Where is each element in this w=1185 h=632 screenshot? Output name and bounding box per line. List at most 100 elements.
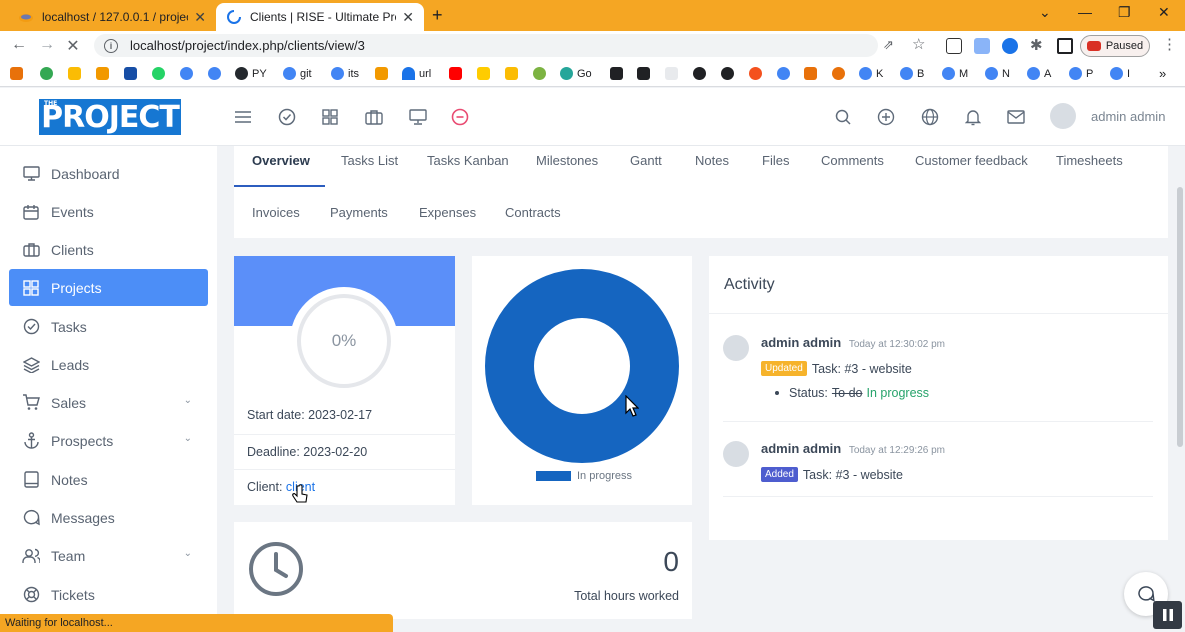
tab-customer-feedback[interactable]: Customer feedback [915, 153, 1028, 168]
bookmark-icon[interactable] [477, 67, 490, 80]
bookmark-icon[interactable] [505, 67, 518, 80]
globe-icon[interactable] [920, 107, 940, 127]
bookmark-icon[interactable] [375, 67, 388, 80]
tab-tasks-list[interactable]: Tasks List [341, 153, 398, 168]
client-link[interactable]: client [286, 480, 315, 494]
url-field[interactable]: i localhost/project/index.php/clients/vi… [94, 34, 878, 57]
bookmark-icon[interactable] [749, 67, 762, 80]
bookmark-icon[interactable] [832, 67, 845, 80]
bookmark-a[interactable]: A [1027, 66, 1051, 81]
activity-text[interactable]: Task: #3 - website [812, 362, 912, 376]
monitor-icon[interactable] [408, 107, 428, 127]
check-circle-icon[interactable] [277, 107, 297, 127]
add-circle-icon[interactable] [876, 107, 896, 127]
browser-menu-icon[interactable]: ⋮ [1162, 35, 1178, 53]
profile-paused-button[interactable]: Paused [1080, 35, 1150, 57]
sidebar-item-clients[interactable]: Clients [9, 231, 208, 268]
activity-text[interactable]: Task: #3 - website [803, 468, 903, 482]
bookmark-m[interactable]: M [942, 66, 968, 81]
app-logo[interactable]: THE PROJECT [39, 99, 181, 135]
tab-milestones[interactable]: Milestones [536, 153, 598, 168]
sidebar-item-projects[interactable]: Projects [9, 269, 208, 306]
bookmark-icon[interactable] [10, 67, 23, 80]
bookmark-icon[interactable] [68, 67, 81, 80]
sidebar-item-messages[interactable]: Messages [9, 499, 208, 536]
donut-slice[interactable] [485, 269, 679, 463]
mail-icon[interactable] [1006, 107, 1026, 127]
tab-comments[interactable]: Comments [821, 153, 884, 168]
panda-extension-icon[interactable] [946, 38, 962, 54]
google-bookmark-icon[interactable] [208, 67, 221, 80]
close-icon[interactable]: ✕ [194, 9, 206, 26]
activity-user[interactable]: admin admin [761, 335, 841, 350]
site-info-icon[interactable]: i [104, 38, 118, 53]
tab-invoices[interactable]: Invoices [252, 205, 300, 220]
bookmark-k[interactable]: K [859, 66, 883, 81]
sidebar-item-prospects[interactable]: Prospects ⌄ [9, 422, 208, 459]
bell-icon[interactable] [963, 107, 983, 127]
tab-expenses[interactable]: Expenses [419, 205, 476, 220]
stop-timer-icon[interactable] [450, 107, 470, 127]
briefcase-icon[interactable] [364, 107, 384, 127]
tab-notes[interactable]: Notes [695, 153, 729, 168]
browser-tab-phpmyadmin[interactable]: localhost / 127.0.0.1 / project / _c ✕ [8, 3, 216, 31]
bookmark-icon[interactable] [693, 67, 706, 80]
bookmark-git[interactable]: git [283, 66, 312, 81]
chart-bookmark-icon[interactable] [96, 67, 109, 80]
side-panel-icon[interactable] [1057, 38, 1073, 54]
browser-tab-clients[interactable]: Clients | RISE - Ultimate Project M ✕ [216, 3, 424, 31]
tab-overview[interactable]: Overview [252, 153, 310, 168]
sidebar-item-events[interactable]: Events [9, 193, 208, 230]
tab-payments[interactable]: Payments [330, 205, 388, 220]
bookmark-icon[interactable] [721, 67, 734, 80]
bookmark-icon[interactable] [40, 67, 53, 80]
tab-contracts[interactable]: Contracts [505, 205, 561, 220]
ieee-bookmark-icon[interactable] [124, 67, 137, 80]
sidebar-item-tasks[interactable]: Tasks [9, 308, 208, 345]
bookmark-icon[interactable] [610, 67, 623, 80]
bookmark-b[interactable]: B [900, 66, 924, 81]
search-icon[interactable] [833, 107, 853, 127]
back-icon[interactable]: ← [9, 36, 29, 54]
menu-toggle-icon[interactable] [233, 107, 253, 127]
bookmark-go[interactable]: Go [560, 66, 592, 81]
bookmark-i[interactable]: I [1110, 66, 1130, 81]
extension-icon[interactable] [974, 38, 990, 54]
bookmark-n[interactable]: N [985, 66, 1010, 81]
google-bookmark-icon[interactable] [777, 67, 790, 80]
bookmark-icon[interactable] [804, 67, 817, 80]
activity-user[interactable]: admin admin [761, 441, 841, 456]
bookmark-py[interactable]: PY [235, 66, 267, 81]
window-close-icon[interactable]: ✕ [1158, 4, 1170, 21]
pause-button[interactable] [1153, 601, 1182, 629]
more-bookmarks-icon[interactable]: » [1159, 66, 1166, 81]
extension-icon[interactable] [1002, 38, 1018, 54]
restore-icon[interactable]: ❐ [1118, 4, 1131, 21]
user-menu[interactable]: admin admin [1050, 103, 1165, 129]
sidebar-item-sales[interactable]: Sales ⌄ [9, 384, 208, 421]
tab-gantt[interactable]: Gantt [630, 153, 662, 168]
sidebar-item-dashboard[interactable]: Dashboard [9, 155, 208, 192]
new-tab-icon[interactable]: + [432, 5, 443, 26]
bookmark-icon[interactable] [533, 67, 546, 80]
tab-files[interactable]: Files [762, 153, 789, 168]
bookmark-icon[interactable] [637, 67, 650, 80]
chevron-down-icon[interactable]: ⌄ [1039, 4, 1051, 21]
stop-loading-icon[interactable]: ✕ [63, 36, 83, 56]
sidebar-item-leads[interactable]: Leads [9, 346, 208, 383]
youtube-bookmark-icon[interactable] [449, 67, 462, 80]
sidebar-item-team[interactable]: Team ⌄ [9, 537, 208, 574]
scrollbar[interactable] [1177, 187, 1183, 447]
sidebar-item-notes[interactable]: Notes [9, 461, 208, 498]
puzzle-extensions-icon[interactable]: ✱ [1030, 36, 1046, 54]
share-icon[interactable]: ⇗ [883, 37, 899, 53]
forward-icon[interactable]: → [37, 36, 57, 54]
minimize-icon[interactable]: — [1078, 4, 1092, 20]
bookmark-p[interactable]: P [1069, 66, 1093, 81]
google-bookmark-icon[interactable] [180, 67, 193, 80]
tab-tasks-kanban[interactable]: Tasks Kanban [427, 153, 509, 168]
bookmark-its[interactable]: its [331, 66, 359, 81]
bookmark-url[interactable]: url [402, 66, 431, 81]
sidebar-item-tickets[interactable]: Tickets [9, 576, 208, 613]
whatsapp-bookmark-icon[interactable] [152, 67, 165, 80]
